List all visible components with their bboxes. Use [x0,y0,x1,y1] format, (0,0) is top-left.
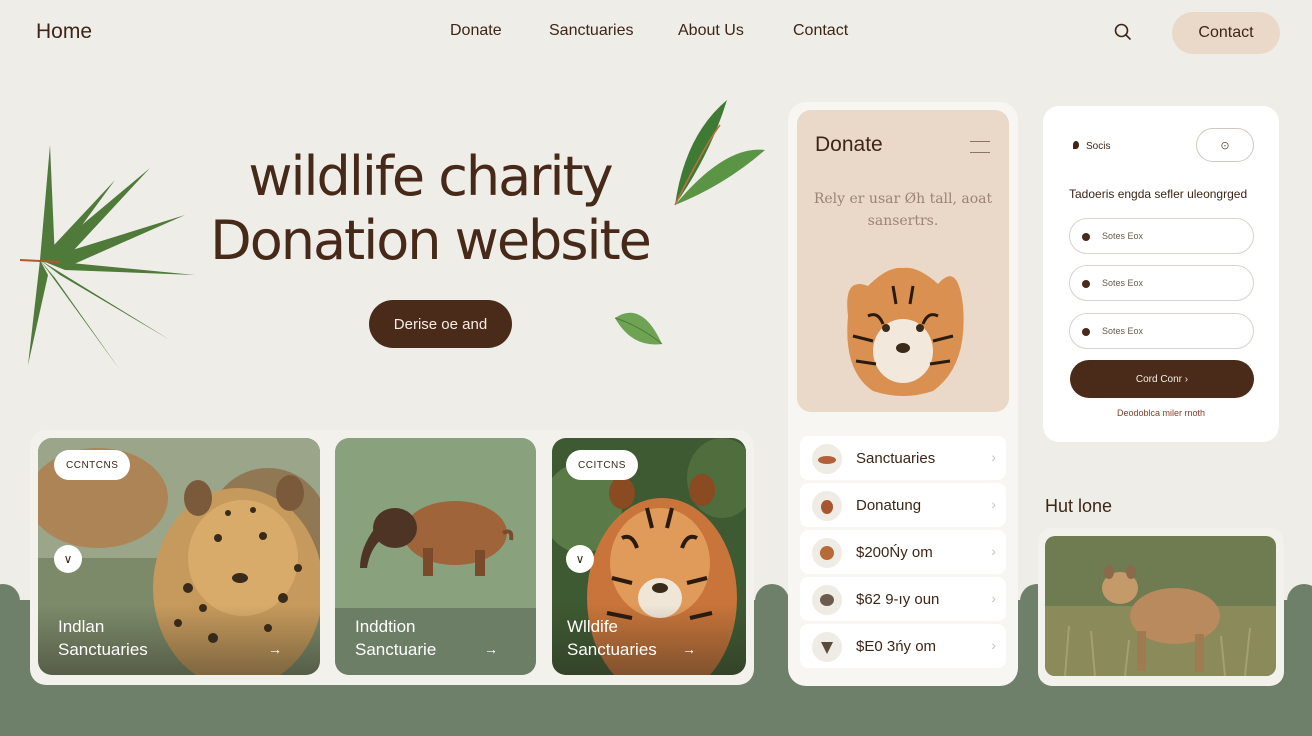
nav-link-about[interactable]: About Us [678,22,744,40]
card-caption: Wlldife Sanctuaries [567,615,657,661]
phone-subtitle: Rely er usar Øh tall, aoat sansertrs. [813,191,993,229]
form-field-text: Sotes Eox [1102,326,1144,336]
lion-icon [812,538,842,568]
hut-label: Hut lone [1045,496,1113,516]
chevron-right-icon: › [991,543,996,559]
list-item[interactable]: $E0 3ńy om › [800,624,1006,668]
hero-title-line2: Donation website [210,209,652,272]
elephant-icon [812,585,842,615]
top-nav: Home Donate Sanctuaries About Us Contact… [0,0,1312,64]
sanctuary-card[interactable]: CCNTCNS ∨ Indlan Sanctuaries → [38,438,320,675]
radio-dot-icon [1082,280,1090,288]
form-field[interactable]: Sotes Eox [1069,218,1254,254]
form-label: Socis [1086,141,1111,152]
list-item[interactable]: Donatung › [800,483,1006,527]
form-field[interactable]: Sotes Eox [1069,313,1254,349]
chevron-right-icon: › [991,637,996,653]
hero-title-line1: wildlife charity [248,145,613,208]
radio-dot-icon [1082,328,1090,336]
leaf-icon [614,312,663,345]
contact-button[interactable]: Contact [1172,12,1280,54]
list-item[interactable]: Sanctuaries › [800,436,1006,480]
list-item-label: $200Ńy om [856,544,933,561]
card-caption-line2: Sanctuaries [58,640,148,659]
bookmark-icon[interactable]: ∨ [566,545,594,573]
wolf-icon [812,632,842,662]
form-field-text: Sotes Eox [1102,278,1144,288]
nav-link-contact[interactable]: Contact [793,22,848,40]
form-heading: Tadoeris engda sefler uleongrged [1069,187,1248,201]
menu-icon[interactable] [970,141,990,153]
bookmark-icon[interactable]: ∨ [54,545,82,573]
card-badge: CCITCNS [566,450,638,480]
chevron-right-icon: › [991,590,996,606]
cougar-image [1045,536,1276,676]
hero-title: wildlife charity Donation website [160,145,700,273]
radio-dot-icon [1082,233,1090,241]
list-item-label: $E0 3ńy om [856,638,937,655]
arrow-right-icon[interactable]: → [682,641,696,657]
sanctuary-card[interactable]: CCITCNS ∨ Wlldife Sanctuaries → [552,438,746,675]
chevron-right-icon: › [991,449,996,465]
list-item-label: Donatung [856,497,922,514]
card-badge: CCNTCNS [54,450,131,480]
chevron-right-icon: › [991,496,996,512]
list-item-label: $62 9-ıy oun [856,591,940,608]
squirrel-icon [812,491,842,521]
form-field[interactable]: Sotes Eox [1069,265,1254,301]
list-item-label: Sanctuaries [856,450,936,467]
phone-title: Donate [815,133,883,156]
form-submit-button[interactable]: Cord Conr › [1070,360,1254,398]
sanctuary-card[interactable]: Inddtion Sanctuarie → [335,438,536,675]
card-caption-line2: Sanctuaries [567,640,657,659]
list-item[interactable]: $200Ńy om › [800,530,1006,574]
hero-cta-button[interactable]: Derise oe and [369,300,512,348]
card-caption-line1: Inddtion [355,617,416,636]
card-caption-line1: Indlan [58,617,105,636]
card-caption: Indlan Sanctuaries [58,615,148,661]
arrow-right-icon[interactable]: → [268,641,282,657]
card-caption-line1: Wlldife [567,617,619,636]
list-item[interactable]: $62 9-ıy oun › [800,577,1006,621]
arrow-right-icon[interactable]: → [484,641,498,657]
nav-link-sanctuaries[interactable]: Sanctuaries [549,22,634,40]
fox-icon [812,444,842,474]
tiger-portrait-image [847,267,964,396]
toggle-icon[interactable]: ⊙ [1196,128,1254,162]
form-footer-link[interactable]: Deodoblca miler rnoth [1043,408,1279,418]
search-icon[interactable] [1113,22,1133,42]
card-caption-line2: Sanctuarie [355,640,437,659]
pin-icon [1073,141,1079,149]
card-caption: Inddtion Sanctuarie [355,615,436,661]
scallop-decor [755,584,789,618]
nav-link-donate[interactable]: Donate [450,22,502,40]
nav-home-link[interactable]: Home [36,20,92,44]
form-field-text: Sotes Eox [1102,231,1144,241]
